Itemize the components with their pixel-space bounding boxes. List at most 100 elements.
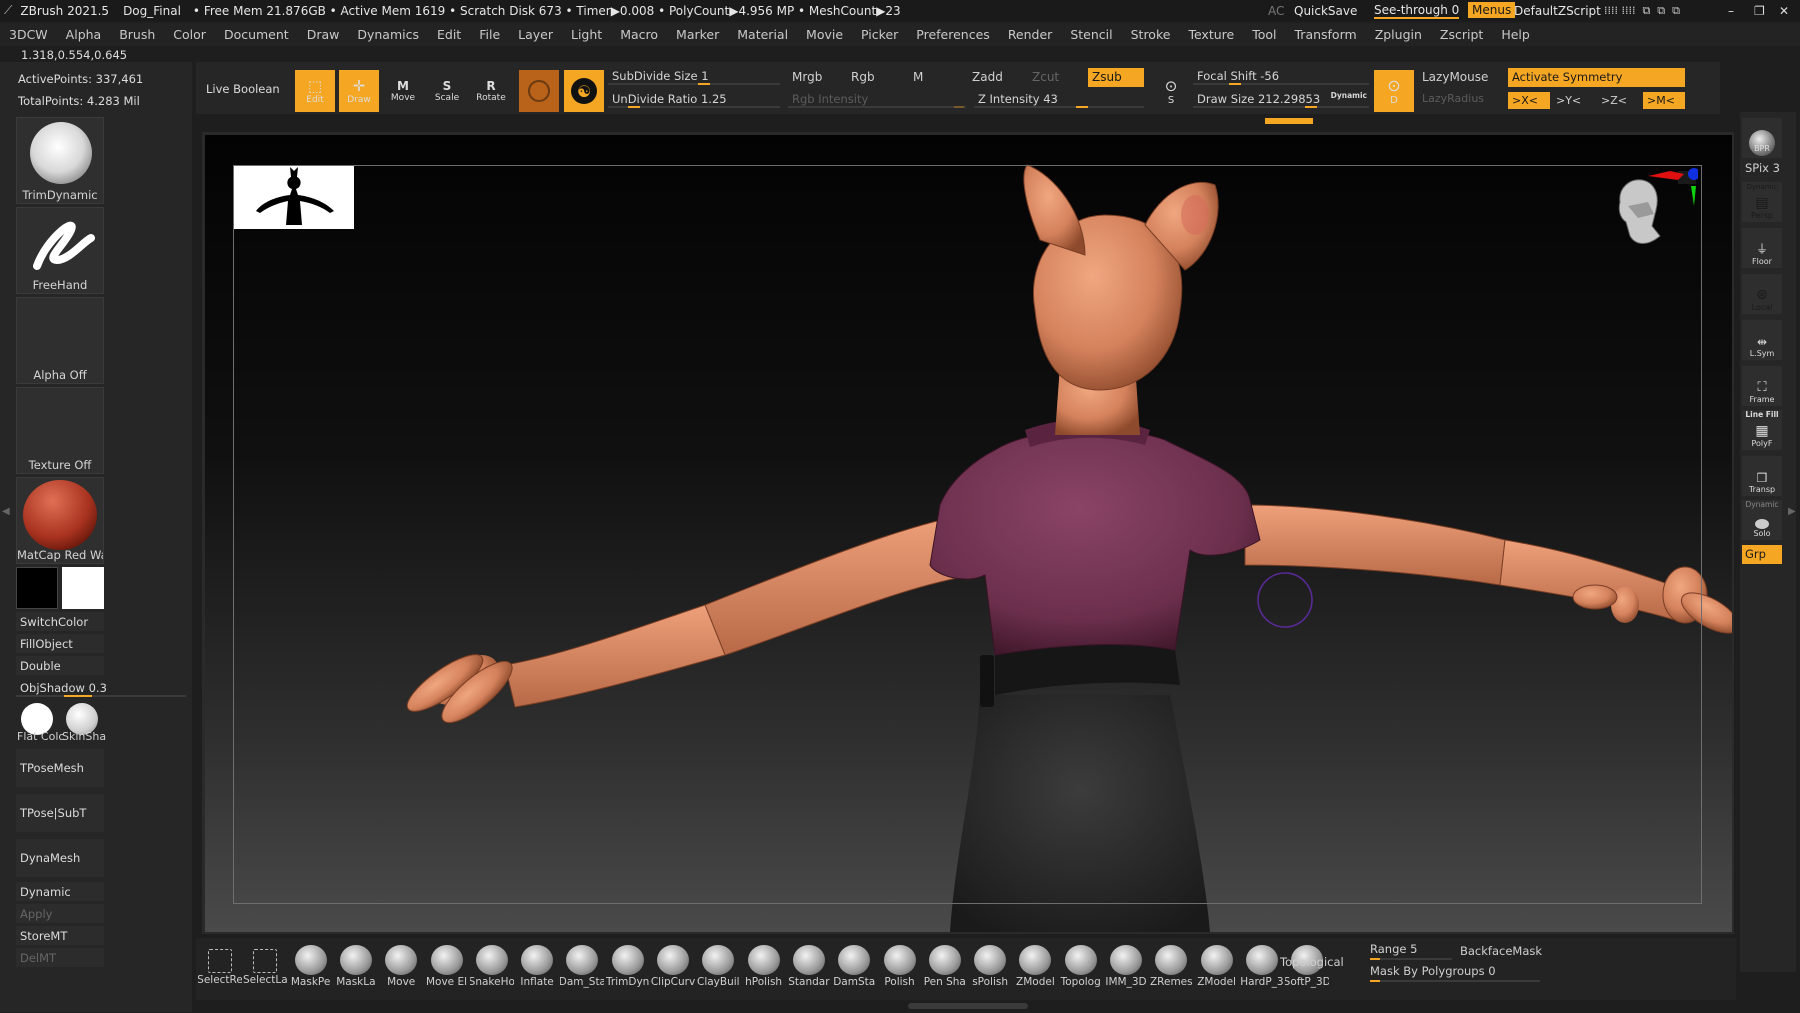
menu-preferences[interactable]: Preferences bbox=[907, 27, 999, 42]
local-button[interactable]: ⊛ Local bbox=[1742, 274, 1782, 314]
brush-item[interactable]: Inflate bbox=[515, 945, 559, 988]
brush-item[interactable]: ClipCurv bbox=[651, 945, 695, 988]
frame-button[interactable]: ⛶ Frame bbox=[1742, 366, 1782, 406]
menu-color[interactable]: Color bbox=[164, 27, 215, 42]
menu-zscript[interactable]: Zscript bbox=[1431, 27, 1492, 42]
menu-zplugin[interactable]: Zplugin bbox=[1366, 27, 1431, 42]
polyf-button[interactable]: Line Fill ▦ PolyF bbox=[1742, 410, 1782, 450]
m-button[interactable]: M bbox=[913, 70, 923, 84]
brush-item[interactable]: ZModel bbox=[1195, 945, 1239, 988]
brush-item[interactable]: ZRemes bbox=[1149, 945, 1193, 988]
maximize-icon[interactable]: ❐ bbox=[1754, 4, 1765, 18]
secondary-color-swatch[interactable] bbox=[16, 567, 58, 609]
z-intensity-slider[interactable]: Z Intensity 43 bbox=[974, 89, 1144, 108]
menu-3dcw[interactable]: 3DCW bbox=[0, 27, 57, 42]
brush-item[interactable]: hPolish bbox=[742, 945, 786, 988]
menu-marker[interactable]: Marker bbox=[667, 27, 728, 42]
symmetry-x-button[interactable]: >X< bbox=[1508, 92, 1550, 109]
scale-button[interactable]: S Scale bbox=[427, 70, 467, 112]
shelf-scroll-handle[interactable] bbox=[908, 1003, 1028, 1009]
window-layout-icons[interactable]: ⁞⁞⁞⁞ ⁞⁞⁞⁞ ⧉ ⧉ ⧉ bbox=[1604, 4, 1680, 18]
brush-item[interactable]: SelectLa bbox=[243, 945, 287, 986]
tpose-subt-button[interactable]: TPose|SubT bbox=[16, 794, 104, 832]
rgb-button[interactable]: Rgb bbox=[851, 70, 875, 84]
menu-texture[interactable]: Texture bbox=[1179, 27, 1243, 42]
menu-picker[interactable]: Picker bbox=[852, 27, 907, 42]
draw-button[interactable]: ✛ Draw bbox=[339, 70, 379, 112]
zcut-button[interactable]: Zcut bbox=[1032, 70, 1059, 84]
dynamic-size-toggle[interactable]: Dynamic bbox=[1331, 91, 1367, 100]
menu-tool[interactable]: Tool bbox=[1243, 27, 1285, 42]
menu-macro[interactable]: Macro bbox=[611, 27, 667, 42]
brush-item[interactable]: SnakeHo bbox=[470, 945, 514, 988]
range-slider[interactable]: Range 5 bbox=[1370, 942, 1452, 960]
brush-item[interactable]: TrimDyn bbox=[606, 945, 650, 988]
symmetry-y-button[interactable]: >Y< bbox=[1556, 92, 1581, 109]
move-button[interactable]: M Move bbox=[383, 70, 423, 112]
fill-object-button[interactable]: FillObject bbox=[16, 634, 104, 653]
focal-shift-slider[interactable]: Focal Shift -56 bbox=[1193, 66, 1369, 85]
mask-by-polygroups-slider[interactable]: Mask By Polygroups 0 bbox=[1370, 964, 1540, 982]
close-icon[interactable]: ✕ bbox=[1779, 4, 1789, 18]
stroke-selector[interactable]: FreeHand bbox=[16, 207, 104, 294]
menu-transform[interactable]: Transform bbox=[1286, 27, 1366, 42]
brush-item[interactable]: Pen Sha bbox=[923, 945, 967, 988]
dynamic-button[interactable]: Dynamic bbox=[16, 882, 104, 901]
lazyradius-slider[interactable]: LazyRadius bbox=[1422, 92, 1484, 105]
backface-mask-button[interactable]: BackfaceMask bbox=[1460, 944, 1542, 958]
brush-item[interactable]: Standar bbox=[787, 945, 831, 988]
transp-button[interactable]: ❒ Transp bbox=[1742, 456, 1782, 496]
live-boolean-button[interactable]: Live Boolean bbox=[206, 82, 280, 96]
lazymouse-button[interactable]: LazyMouse bbox=[1422, 70, 1488, 84]
subdivide-size-slider[interactable]: SubDivide Size 1 bbox=[608, 66, 780, 85]
menu-document[interactable]: Document bbox=[215, 27, 298, 42]
brush-item[interactable]: Topolog bbox=[1059, 945, 1103, 988]
apply-button[interactable]: Apply bbox=[16, 904, 104, 923]
mrgb-button[interactable]: Mrgb bbox=[792, 70, 822, 84]
brush-selector[interactable]: TrimDynamic bbox=[16, 117, 104, 204]
material-draw-toggle[interactable] bbox=[519, 70, 559, 112]
brush-item[interactable]: ZModel bbox=[1013, 945, 1057, 988]
left-collapse-arrow-icon[interactable]: ◀ bbox=[2, 506, 10, 517]
lsym-button[interactable]: ⇹ L.Sym bbox=[1742, 320, 1782, 360]
brush-item[interactable]: Move bbox=[379, 945, 423, 988]
lazymouse-d-button[interactable]: ⊙ D bbox=[1374, 70, 1414, 112]
brush-item[interactable]: sPolish bbox=[968, 945, 1012, 988]
floor-button[interactable]: ⏚ Floor bbox=[1742, 228, 1782, 268]
rotate-button[interactable]: R Rotate bbox=[471, 70, 511, 112]
store-mt-button[interactable]: StoreMT bbox=[16, 926, 104, 945]
bpr-render-button[interactable]: BPR bbox=[1742, 118, 1782, 158]
menu-alpha[interactable]: Alpha bbox=[57, 27, 111, 42]
undivide-ratio-slider[interactable]: UnDivide Ratio 1.25 bbox=[608, 89, 780, 108]
ac-label[interactable]: AC bbox=[1268, 4, 1284, 18]
symmetry-z-button[interactable]: >Z< bbox=[1601, 92, 1627, 109]
material-selector[interactable]: MatCap Red Wax bbox=[16, 477, 104, 564]
menu-brush[interactable]: Brush bbox=[110, 27, 164, 42]
brush-item[interactable]: SelectRe bbox=[198, 945, 242, 986]
brush-item[interactable]: Polish bbox=[878, 945, 922, 988]
quicksave-button[interactable]: QuickSave bbox=[1294, 4, 1357, 18]
draw-size-slider[interactable]: Draw Size 212.29853 Dynamic bbox=[1193, 89, 1369, 108]
spix-slider[interactable]: SPix 3 bbox=[1745, 161, 1780, 175]
minimize-icon[interactable]: – bbox=[1728, 4, 1734, 18]
brush-item[interactable]: MaskLa bbox=[334, 945, 378, 988]
grp-button[interactable]: Grp bbox=[1742, 545, 1782, 564]
brush-item[interactable]: Move El bbox=[425, 945, 469, 988]
zsub-button[interactable]: Zsub bbox=[1088, 68, 1144, 87]
edit-button[interactable]: ⬚ Edit bbox=[295, 70, 335, 112]
menu-stroke[interactable]: Stroke bbox=[1122, 27, 1180, 42]
brush-item[interactable]: MaskPe bbox=[289, 945, 333, 988]
persp-button[interactable]: Dynamic ▤ Persp bbox=[1742, 182, 1782, 222]
see-through-slider[interactable]: See-through 0 bbox=[1374, 3, 1460, 19]
tpose-mesh-button[interactable]: TPoseMesh bbox=[16, 749, 104, 787]
activate-symmetry-button[interactable]: Activate Symmetry bbox=[1508, 68, 1685, 87]
del-mt-button[interactable]: DelMT bbox=[16, 948, 104, 967]
rgb-intensity-slider[interactable]: Rgb Intensity bbox=[788, 89, 966, 108]
topological-button[interactable]: Topological bbox=[1280, 955, 1344, 969]
menu-material[interactable]: Material bbox=[728, 27, 797, 42]
main-color-swatch[interactable] bbox=[62, 567, 104, 609]
menu-file[interactable]: File bbox=[470, 27, 509, 42]
menu-stencil[interactable]: Stencil bbox=[1061, 27, 1121, 42]
menu-draw[interactable]: Draw bbox=[298, 27, 349, 42]
menus-toggle[interactable]: Menus bbox=[1468, 2, 1516, 18]
